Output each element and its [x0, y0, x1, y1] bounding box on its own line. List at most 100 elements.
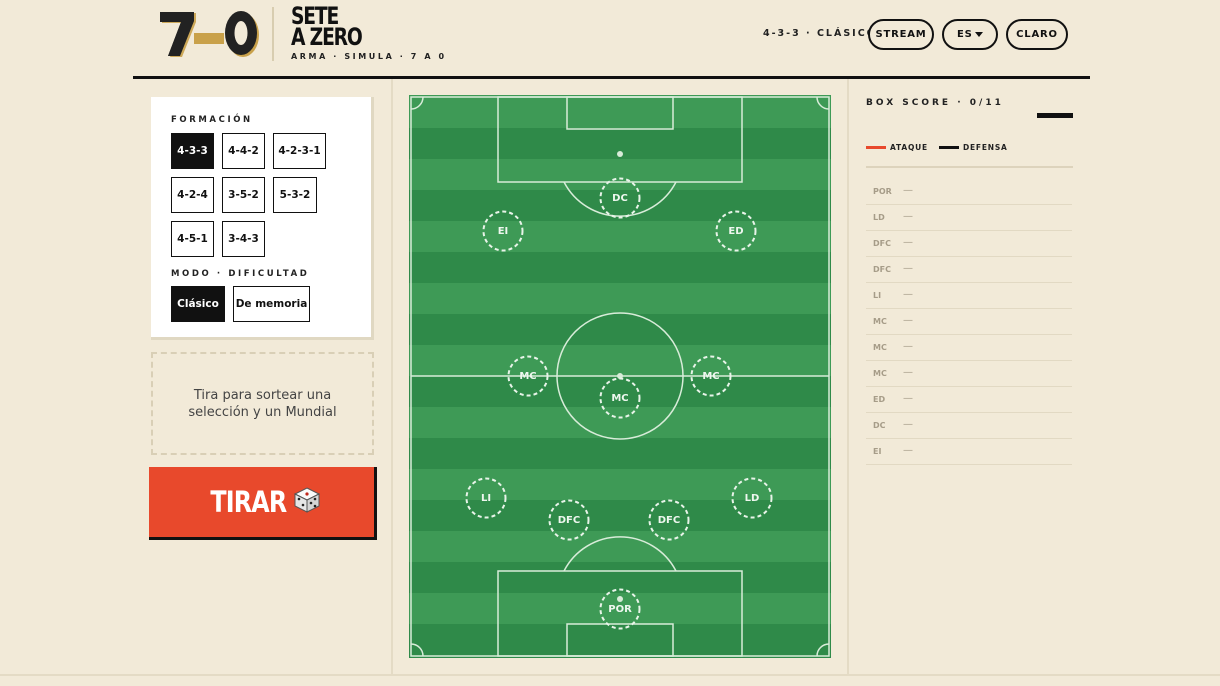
- slot-mc-left[interactable]: MC: [507, 355, 549, 397]
- box-score-title: BOX SCORE · 0/11: [866, 98, 1004, 108]
- slot-label: MC: [702, 370, 720, 382]
- language-select[interactable]: ES: [942, 19, 998, 50]
- language-value: ES: [957, 29, 973, 40]
- logo-7-0-mark: [160, 11, 259, 57]
- slot-label: MC: [519, 370, 537, 382]
- theme-toggle-button[interactable]: CLARO: [1006, 19, 1068, 50]
- row-value: —: [903, 237, 913, 248]
- box-score-row: ED —: [866, 387, 1072, 413]
- row-position: DC: [873, 421, 886, 430]
- mode-button-clasico[interactable]: Clásico: [171, 286, 225, 322]
- formation-button-4-4-2[interactable]: 4-4-2: [222, 133, 265, 169]
- box-score-row: MC —: [866, 309, 1072, 335]
- stream-button[interactable]: STREAM: [868, 19, 934, 50]
- slot-dfc-left[interactable]: DFC: [548, 499, 590, 541]
- box-score-row: MC —: [866, 335, 1072, 361]
- slot-ed[interactable]: ED: [715, 210, 757, 252]
- caret-down-icon: [975, 32, 983, 37]
- mode-button-de-memoria[interactable]: De memoria: [233, 286, 310, 322]
- slot-label: LD: [744, 492, 760, 504]
- formation-section-title: FORMACIÓN: [171, 115, 253, 125]
- legend-label-ataque: ATAQUE: [890, 143, 928, 152]
- box-score-row: MC —: [866, 361, 1072, 387]
- row-value: —: [903, 289, 913, 300]
- column-divider-right: [847, 79, 849, 676]
- box-score-progress-bar: [1037, 113, 1073, 118]
- legend-swatch-ataque: [866, 146, 886, 149]
- draw-hint-box: Tira para sortear una selección y un Mun…: [151, 352, 374, 455]
- row-position: DFC: [873, 265, 891, 274]
- column-divider-left: [391, 79, 393, 676]
- slot-label: EI: [497, 225, 509, 237]
- slot-label: ED: [728, 225, 744, 237]
- box-score-row: LD —: [866, 205, 1072, 231]
- legend-swatch-defensa: [938, 146, 959, 149]
- footer-divider: [0, 674, 1220, 676]
- slot-label: DFC: [657, 514, 681, 526]
- slot-label: LI: [480, 492, 492, 504]
- formation-button-3-5-2[interactable]: 3-5-2: [222, 177, 265, 213]
- box-score-row: EI —: [866, 439, 1072, 465]
- row-position: ED: [873, 395, 886, 404]
- box-score-separator: [866, 166, 1073, 168]
- box-score-row: DFC —: [866, 231, 1072, 257]
- slot-li[interactable]: LI: [465, 477, 507, 519]
- wordmark: SETE A ZERO: [291, 4, 363, 51]
- row-value: —: [903, 341, 913, 352]
- dice-icon: [293, 486, 321, 518]
- row-value: —: [903, 315, 913, 326]
- row-position: MC: [873, 317, 887, 326]
- box-score-row: POR —: [866, 179, 1072, 205]
- row-value: —: [903, 185, 913, 196]
- slot-ld[interactable]: LD: [731, 477, 773, 519]
- slot-label: DC: [612, 192, 628, 204]
- slot-label: MC: [611, 392, 629, 404]
- tirar-button-label: TIRAR: [210, 485, 287, 519]
- penalty-spot-top: [617, 151, 623, 157]
- slot-dc[interactable]: DC: [599, 177, 641, 219]
- row-position: EI: [873, 447, 882, 456]
- logo-divider: [272, 7, 274, 61]
- site-header: SETE A ZERO ARMA · SIMULA · 7 A 0 4-3-3 …: [133, 0, 1090, 79]
- legend-label-defensa: DEFENSA: [962, 143, 1008, 152]
- tirar-button[interactable]: TIRAR: [149, 467, 377, 540]
- logo-score[interactable]: [158, 8, 262, 60]
- row-value: —: [903, 263, 913, 274]
- current-formation-label: 4-3-3 · CLÁSICO: [763, 28, 877, 39]
- row-value: —: [903, 419, 913, 430]
- row-position: DFC: [873, 239, 891, 248]
- formation-button-4-2-3-1[interactable]: 4-2-3-1: [273, 133, 326, 169]
- row-position: MC: [873, 343, 887, 352]
- wordmark-line-2: A ZERO: [291, 23, 363, 51]
- box-score-legend: ATAQUE DEFENSA: [866, 143, 1008, 152]
- slot-mc-center[interactable]: MC: [599, 377, 641, 419]
- formation-button-4-2-4[interactable]: 4-2-4: [171, 177, 214, 213]
- row-position: LI: [873, 291, 882, 300]
- row-value: —: [903, 367, 913, 378]
- setup-card: FORMACIÓN 4-3-3 4-4-2 4-2-3-1 4-2-4 3-5-…: [151, 97, 374, 340]
- pitch: DC EI ED MC MC MC LI DFC DFC LD POR: [409, 95, 831, 658]
- box-score-row: DFC —: [866, 257, 1072, 283]
- row-value: —: [903, 393, 913, 404]
- slot-dfc-right[interactable]: DFC: [648, 499, 690, 541]
- formation-button-3-4-3[interactable]: 3-4-3: [222, 221, 265, 257]
- slot-mc-right[interactable]: MC: [690, 355, 732, 397]
- row-position: LD: [873, 213, 885, 222]
- slot-por[interactable]: POR: [599, 588, 641, 630]
- mode-section-title: MODO · DIFICULTAD: [171, 269, 310, 279]
- tagline: ARMA · SIMULA · 7 A 0: [291, 52, 447, 61]
- box-score-row: LI —: [866, 283, 1072, 309]
- formation-button-5-3-2[interactable]: 5-3-2: [273, 177, 317, 213]
- row-position: POR: [873, 187, 892, 196]
- slot-label: DFC: [557, 514, 581, 526]
- row-value: —: [903, 211, 913, 222]
- slot-ei[interactable]: EI: [482, 210, 524, 252]
- formation-button-4-5-1[interactable]: 4-5-1: [171, 221, 214, 257]
- box-score-row: DC —: [866, 413, 1072, 439]
- row-position: MC: [873, 369, 887, 378]
- draw-hint-line-1: Tira para sortear una: [193, 387, 332, 403]
- draw-hint-line-2: selección y un Mundial: [188, 404, 337, 420]
- slot-label: POR: [608, 603, 632, 615]
- row-value: —: [903, 445, 913, 456]
- formation-button-4-3-3[interactable]: 4-3-3: [171, 133, 214, 169]
